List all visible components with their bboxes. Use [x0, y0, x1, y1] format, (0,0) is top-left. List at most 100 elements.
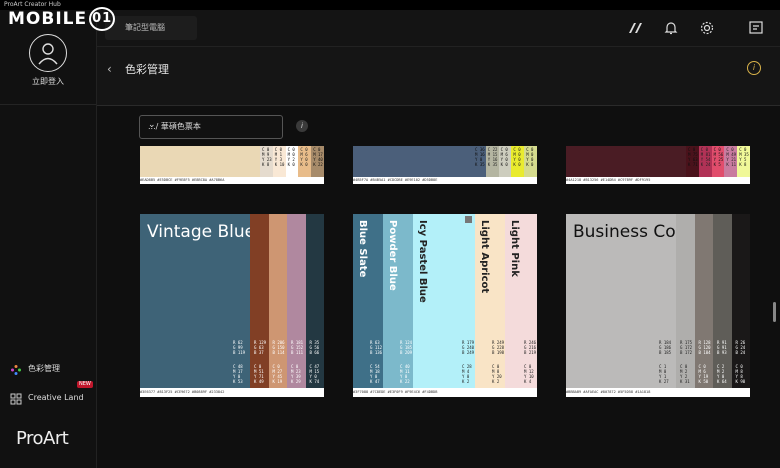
swatch-name: Light Pink [509, 220, 520, 277]
palette-book-dropdown[interactable]: .../ 華碩色票本 ⌄ [139, 115, 283, 139]
rgb-codes: R 62 G 99 B 119 [233, 340, 246, 355]
scrollbar-thumb[interactable] [773, 302, 776, 322]
dropdown-info-icon[interactable]: i [296, 120, 308, 132]
login-label[interactable]: 立即登入 [0, 76, 96, 87]
color-codes: C 0 M 49 Y 21 K 11 [726, 147, 737, 167]
cmyk-codes: C 47 M 15 Y 0 K 74 [309, 364, 320, 384]
cmyk-codes: C 1 M 0 Y 1 K 27 [659, 364, 669, 384]
rgb-codes: R 35 G 56 B 66 [309, 340, 320, 355]
info-icon[interactable]: i [747, 61, 761, 75]
color-codes: C 0 M 6 Y 0 K 0 [500, 147, 508, 167]
feedback-icon[interactable] [748, 20, 764, 36]
palette-swatch: R 175 G 172 B 172 C 0 M 2 Y 2 K 31 [676, 214, 695, 397]
sidebar: 立即登入 色彩管理 Creative Land NEW ProArt [0, 10, 97, 468]
color-codes: C 0 M 56 Y 25 K 5 [713, 147, 724, 167]
grid-icon [10, 392, 22, 405]
rgb-codes: R 246 G 216 B 219 [524, 340, 537, 355]
color-codes: C 0 M 75 Y 63 K 71 [688, 147, 698, 167]
palette-card[interactable]: Blue Slate R 63 G 112 B 136 C 54 M 18 Y 0 … [353, 214, 537, 397]
hex-codes: #4B5F7A #B4B5A1 #CDCDBE #E9E102 #D5DB8E [353, 177, 537, 184]
palette-card-top[interactable]: C 0 M 9 Y 23 K 8C 0 M 1 Y 3 K 10 C 0 M 0 … [140, 146, 324, 184]
rgb-codes: R 124 G 185 B 209 [400, 340, 413, 355]
color-codes: C 0 M 81 Y 54 K 24 [700, 147, 711, 167]
rgb-codes: R 129 G 63 B 37 [254, 340, 267, 355]
cmyk-codes: C 0 M 12 Y 10 K 4 [524, 364, 534, 384]
gear-icon[interactable] [699, 20, 715, 36]
proart-logo: ProArt [16, 428, 69, 449]
sidebar-item-label: 色彩管理 [28, 364, 60, 373]
swatch-name: Light Apricot [479, 220, 490, 294]
page-header: ‹ 色彩管理 i [97, 47, 780, 106]
cmyk-codes: C 0 M 23 Y 39 K 29 [291, 364, 301, 384]
cmyk-codes: C 0 M 27 Y 45 K 19 [272, 364, 283, 384]
cmyk-codes: C 54 M 18 Y 0 K 47 [370, 364, 380, 384]
palette-swatch: R 206 G 150 B 114 C 0 M 27 Y 45 K 19 [268, 214, 287, 397]
palette-swatch: Light Pink R 246 G 216 B 219 C 0 M 12 Y 10… [505, 214, 537, 397]
color-wheel-icon [10, 363, 22, 375]
swatch-name: Powder Blue [387, 220, 398, 291]
bell-icon[interactable] [663, 20, 679, 36]
chevron-down-icon: ⌄ [148, 120, 156, 130]
watermark: MOBILE 01 [8, 7, 116, 31]
cmyk-codes: C 48 M 17 Y 0 K 53 [233, 364, 243, 384]
palette-card-top[interactable]: C 0 M 75 Y 63 K 71 C 0 M 81 Y 54 K 24 C 0 … [566, 146, 750, 184]
device-tab[interactable]: 筆記型電腦 [105, 16, 197, 40]
cmyk-codes: C 0 M 2 Y 2 K 31 [680, 364, 690, 384]
swatch-name: Blue Slate [357, 220, 368, 278]
palette-swatch: Powder Blue R 124 G 185 B 209 C 40 M 11 Y … [383, 214, 413, 397]
top-bar: 筆記型電腦 [97, 10, 780, 47]
swatch-name: Icy Pastel Blue [417, 220, 428, 303]
back-chevron-icon[interactable]: ‹ [107, 62, 112, 76]
color-codes: C 0 M 0 Y 0 K 0 [526, 147, 534, 167]
palette-swatch: R 128 G 120 B 104 C 0 M 6 Y 19 K 50 [694, 214, 713, 397]
palette-swatch: R 26 G 24 B 24 C 0 M 8 Y 8 K 90 [731, 214, 750, 397]
palette-swatch: R 91 G 91 B 93 C 2 M 2 Y 0 K 64 [713, 214, 732, 397]
sidebar-item-label: Creative Land [28, 393, 84, 402]
color-codes: C 36 M 16 Y 0 K 35 [475, 147, 485, 167]
palette-card[interactable]: Business Cool Black R 184 G 186 B 185 C 1 … [566, 214, 750, 397]
rgb-codes: R 128 G 120 B 104 [698, 340, 711, 355]
window-titlebar: ProArt Creator Hub [0, 0, 780, 10]
main-content: .../ 華碩色票本 ⌄ i C 0 M 9 Y 23 K 8C 0 M 1 Y… [97, 106, 780, 468]
hex-codes: #4A1218 #B13256 #E14DB4 #C97B9F #DF9195 [566, 177, 750, 184]
rgb-codes: R 63 G 112 B 136 [370, 340, 383, 355]
new-badge: NEW [77, 381, 93, 388]
cmyk-codes: C 28 M 4 Y 0 K 2 [462, 364, 472, 384]
rgb-codes: R 175 G 172 B 172 [680, 340, 693, 355]
hex-codes: #EAD8B5 #E5DBCE #F9E8F5 #E8BC8A #A78B6A [140, 177, 324, 184]
cmyk-codes: C 0 M 8 Y 20 K 2 [492, 364, 502, 384]
rgb-codes: R 91 G 91 B 93 [717, 340, 727, 355]
hex-codes: #3F7088 #7C8EDE #E3F0F9 #F9E4C6 #F4DBDB [353, 388, 537, 397]
rgb-codes: R 181 G 152 B 111 [291, 340, 304, 355]
palette-card-top[interactable]: C 36 M 16 Y 0 K 35 C 22 M 15 Y 16 K 35 C 0… [353, 146, 537, 184]
cmyk-codes: C 0 M 8 Y 8 K 90 [735, 364, 746, 384]
rgb-codes: R 206 G 150 B 114 [272, 340, 285, 355]
cmyk-codes: C 0 M 51 Y 71 K 49 [254, 364, 264, 384]
color-codes: C 0 M 0 Y 0 K 0 [513, 147, 521, 167]
color-codes: C 0 M 35 Y 5 K 8 [739, 147, 749, 167]
rgb-codes: R 26 G 24 B 24 [735, 340, 746, 355]
palette-swatch: R 35 G 56 B 66 C 47 M 15 Y 0 K 74 [305, 214, 324, 397]
palette-card[interactable]: Vintage Blues R 62 G 99 B 119 C 48 M 17 Y … [140, 214, 324, 397]
color-codes: C 0 M 9 Y 23 K 8 [262, 147, 272, 167]
hex-codes: #BBBAB9 #AFAEAC #807872 #5F5D58 #1A1818 [566, 388, 750, 397]
user-avatar-icon[interactable] [29, 34, 67, 72]
palette-swatch: R 181 G 152 B 111 C 0 M 23 Y 39 K 29 [287, 214, 306, 397]
palette-swatch: Blue Slate R 63 G 112 B 136 C 54 M 18 Y 0 … [353, 214, 383, 397]
hex-codes: #3E6377 #813F25 #CE9672 #B0889F #233842 [140, 388, 324, 397]
rgb-codes: R 179 G 240 B 249 [462, 340, 475, 355]
cmyk-codes: C 0 M 6 Y 19 K 50 [698, 364, 709, 384]
color-codes: C 0 M 6 Y 0 K 0 [300, 147, 308, 167]
palette-swatch: Icy Pastel Blue R 179 G 240 B 249 C 28 M 4… [413, 214, 475, 397]
proart-logo-icon[interactable] [627, 20, 643, 36]
rgb-codes: R 184 G 186 B 185 [659, 340, 672, 355]
palette-swatch: R 129 G 63 B 37 C 0 M 51 Y 71 K 49 [250, 214, 269, 397]
color-codes: C 0 M 0 Y 2 K 0 [287, 147, 295, 167]
cmyk-codes: C 2 M 2 Y 0 K 64 [717, 364, 727, 384]
sidebar-item-color-management[interactable]: 色彩管理 [0, 358, 96, 380]
sidebar-item-creative-land[interactable]: Creative Land NEW [0, 381, 96, 409]
cmyk-codes: C 40 M 11 Y 0 K 22 [400, 364, 410, 384]
device-label: 筆記型電腦 [125, 23, 165, 32]
palette-swatch: Light Apricot R 249 G 228 B 198 C 0 M 8 Y … [475, 214, 505, 397]
selection-checkbox[interactable] [465, 216, 472, 223]
